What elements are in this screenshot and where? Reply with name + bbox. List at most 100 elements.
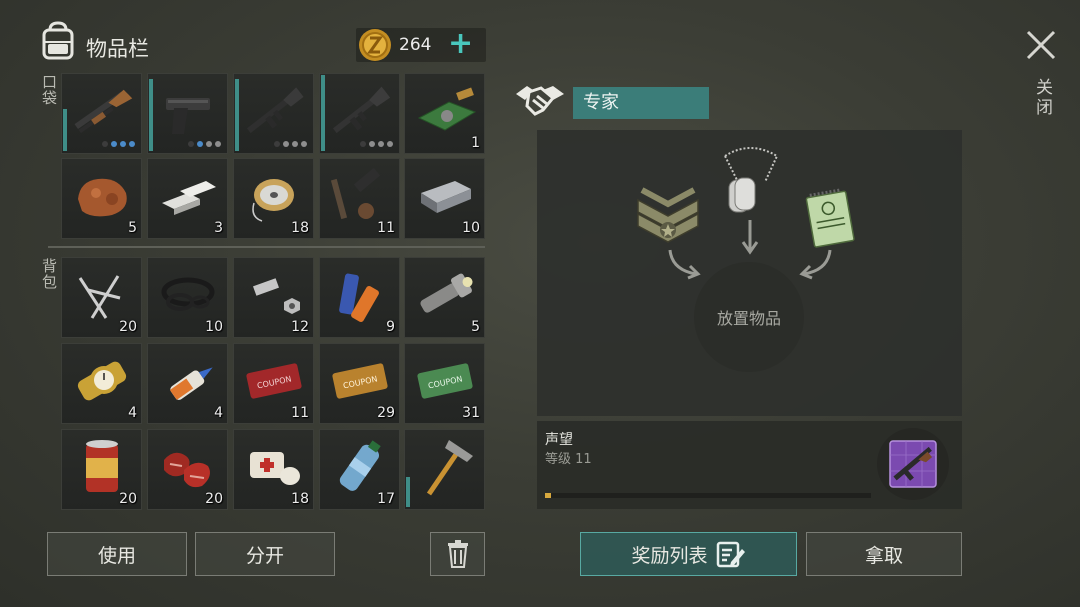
reputation-title: 声望 — [545, 432, 573, 448]
silver-bars-icon — [162, 181, 216, 215]
take-button[interactable]: 拿取 — [806, 532, 962, 576]
trash-button[interactable] — [430, 532, 485, 576]
inventory-slot[interactable]: COUPON 31 — [404, 343, 485, 424]
wristwatch-icon — [77, 361, 127, 401]
notebook-icon[interactable] — [800, 186, 862, 250]
durability-bar — [149, 79, 153, 151]
handshake-icon — [516, 86, 564, 116]
inventory-slot[interactable] — [147, 73, 228, 154]
assault-rifle-icon — [246, 87, 304, 134]
drop-item-slot[interactable]: 放置物品 — [694, 262, 804, 372]
item-count: 5 — [471, 319, 480, 335]
close-icon[interactable] — [1024, 28, 1058, 62]
inventory-slot[interactable] — [319, 73, 400, 154]
inventory-slot[interactable]: 20 — [61, 257, 142, 338]
item-count: 11 — [377, 220, 395, 236]
inventory-slot[interactable]: 20 — [61, 429, 142, 510]
item-count: 10 — [462, 220, 480, 236]
inventory-slot[interactable]: 11 — [319, 158, 400, 239]
use-button[interactable]: 使用 — [47, 532, 187, 576]
reward-list-button[interactable]: 奖励列表 — [580, 532, 797, 576]
quality-dots — [102, 141, 135, 147]
quality-dots — [360, 141, 393, 147]
inventory-slot[interactable]: 3 — [147, 158, 228, 239]
inventory-slot[interactable]: 20 — [147, 429, 228, 510]
hammer-icon — [426, 440, 473, 496]
inventory-slot[interactable]: COUPON 29 — [319, 343, 400, 424]
drop-item-label: 放置物品 — [716, 309, 781, 328]
flashlight-icon — [420, 273, 473, 313]
quality-dot — [292, 141, 298, 147]
section-divider — [48, 246, 485, 248]
item-count: 18 — [291, 491, 309, 507]
split-button[interactable]: 分开 — [195, 532, 335, 576]
dog-tags-icon[interactable] — [715, 144, 785, 216]
arrow-down-icon — [741, 220, 759, 255]
inventory-slot[interactable] — [233, 73, 314, 154]
reputation-progress-bar — [545, 493, 871, 498]
pistol-icon — [166, 98, 210, 134]
quality-dot — [360, 141, 366, 147]
item-count: 12 — [291, 319, 309, 335]
batteries-icon — [339, 273, 379, 322]
inventory-slot[interactable]: 10 — [404, 158, 485, 239]
inventory-slot[interactable]: 18 — [233, 158, 314, 239]
quality-dot — [369, 141, 375, 147]
inventory-slot[interactable]: 17 — [319, 429, 400, 510]
quality-dot — [197, 141, 203, 147]
inventory-slot[interactable] — [404, 429, 485, 510]
quality-dot — [102, 141, 108, 147]
inventory-slot[interactable]: 4 — [61, 343, 142, 424]
inventory-slot[interactable]: 18 — [233, 429, 314, 510]
quality-dot — [387, 141, 393, 147]
durability-bar — [321, 75, 325, 151]
trash-icon — [447, 540, 468, 568]
trader-name: 专家 — [573, 87, 709, 119]
quality-dot — [120, 141, 126, 147]
item-count: 3 — [214, 220, 223, 236]
item-count: 31 — [462, 405, 480, 421]
assault-rifle-2-icon — [332, 86, 391, 134]
item-count: 11 — [291, 405, 309, 421]
inventory-slot[interactable]: COUPON 11 — [233, 343, 314, 424]
close-button-label[interactable]: 关闭 — [1030, 78, 1055, 118]
reputation-level: 等级 11 — [545, 452, 592, 467]
inventory-slot[interactable]: 12 — [233, 257, 314, 338]
add-currency-button[interactable]: + — [448, 26, 473, 62]
inventory-slot[interactable] — [61, 73, 142, 154]
arrow-left-icon — [668, 249, 701, 280]
inventory-slot[interactable]: 5 — [404, 257, 485, 338]
inventory-slot[interactable]: 10 — [147, 257, 228, 338]
durability-bar — [406, 477, 410, 507]
currency-value: 264 — [399, 35, 432, 55]
item-count: 20 — [119, 319, 137, 335]
circuit-board-icon — [417, 87, 477, 131]
item-count: 18 — [291, 220, 309, 236]
rifle-blueprint-icon[interactable] — [876, 427, 950, 501]
inventory-slot[interactable]: 4 — [147, 343, 228, 424]
sergeant-badge-icon[interactable] — [632, 186, 704, 244]
quality-dot — [283, 141, 289, 147]
item-count: 17 — [377, 491, 395, 507]
reward-list-label: 奖励列表 — [631, 544, 708, 567]
item-count: 9 — [386, 319, 395, 335]
edit-list-icon — [716, 541, 745, 568]
item-count: 10 — [205, 319, 223, 335]
coin-icon — [359, 29, 391, 61]
inventory-slot[interactable]: 5 — [61, 158, 142, 239]
pump-shotgun-icon — [74, 89, 133, 134]
quality-dot — [129, 141, 135, 147]
backpack-icon — [42, 21, 74, 60]
item-count: 5 — [128, 220, 137, 236]
item-count: 1 — [471, 135, 480, 151]
quality-dot — [111, 141, 117, 147]
glue-icon — [169, 367, 213, 400]
quality-dot — [274, 141, 280, 147]
quality-dot — [206, 141, 212, 147]
inventory-slot[interactable]: 1 — [404, 73, 485, 154]
quality-dots — [188, 141, 221, 147]
reputation-progress-fill — [545, 493, 551, 498]
quality-dot — [188, 141, 194, 147]
inventory-slot[interactable]: 9 — [319, 257, 400, 338]
item-count: 29 — [377, 405, 395, 421]
